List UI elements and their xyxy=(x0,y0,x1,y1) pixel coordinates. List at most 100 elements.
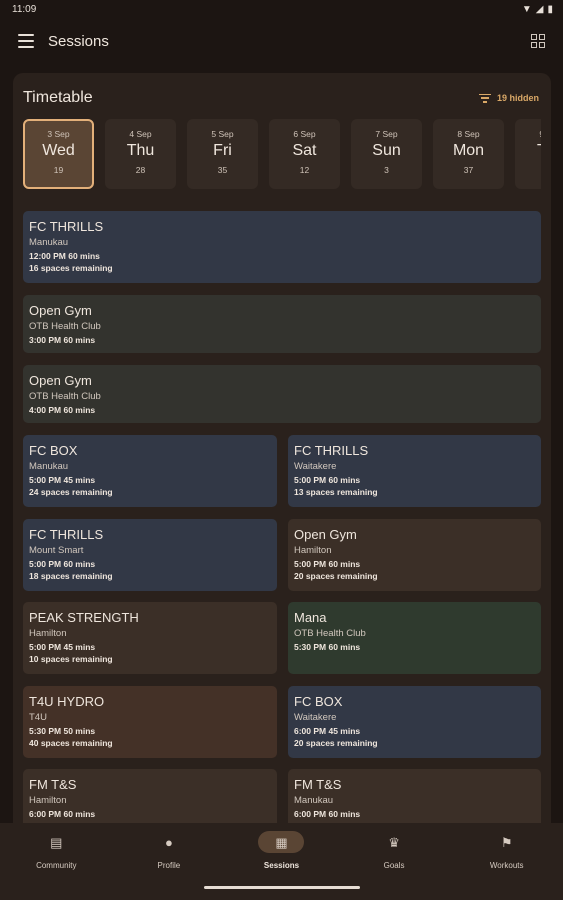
session-location: Hamilton xyxy=(294,545,332,556)
nav-label: Goals xyxy=(383,861,405,870)
session-time: 5:30 PM 50 mins xyxy=(29,726,96,736)
timetable-title: Timetable xyxy=(23,89,93,106)
day-session-count: 35 xyxy=(217,165,228,175)
day-selector: 3 Sep Wed 19 4 Sep Thu 28 5 Sep Fri 35 6 Sep Sat 12… xyxy=(23,119,541,189)
session-spaces: 24 spaces remaining xyxy=(29,487,113,497)
calendar-icon: ▦ xyxy=(275,834,288,850)
qr-code-icon[interactable] xyxy=(531,34,545,48)
session-title: FM T&S xyxy=(294,777,342,792)
nav-item-goals[interactable]: ♛ Goals xyxy=(344,831,444,900)
day-name: Sat xyxy=(292,142,317,159)
session-card[interactable]: Open Gym OTB Health Club 4:00 PM 60 mins xyxy=(23,365,541,423)
session-spaces: 16 spaces remaining xyxy=(29,263,113,273)
session-time: 6:00 PM 60 mins xyxy=(29,809,96,819)
session-card[interactable]: FC THRILLS Mount Smart 5:00 PM 60 mins 18 s… xyxy=(23,519,277,591)
timetable-header: Timetable 19 hidden xyxy=(23,87,539,109)
day-name: Wed xyxy=(42,142,75,159)
nav-icon-container: ♛ xyxy=(371,831,417,853)
hidden-filter-button[interactable]: 19 hidden xyxy=(478,93,539,103)
session-time: 5:00 PM 60 mins xyxy=(29,559,96,569)
session-location: Hamilton xyxy=(29,628,67,639)
day-session-count: 28 xyxy=(135,165,146,175)
session-title: FC BOX xyxy=(29,443,78,458)
session-title: Open Gym xyxy=(29,303,92,318)
session-card[interactable]: T4U HYDRO T4U 5:30 PM 50 mins 40 spaces rem… xyxy=(23,686,277,758)
nav-label: Community xyxy=(36,861,77,870)
day-session-count: 37 xyxy=(463,165,474,175)
session-card[interactable]: FC THRILLS Manukau 12:00 PM 60 mins 16 spac… xyxy=(23,211,541,283)
day-date: 4 Sep xyxy=(129,129,152,139)
day-date: 6 Sep xyxy=(293,129,316,139)
status-icons: ▼ ◢ ▮ xyxy=(522,4,553,15)
session-time: 5:00 PM 60 mins xyxy=(294,559,361,569)
session-location: Manukau xyxy=(294,795,334,806)
day-chip[interactable]: 5 Sep Fri 35 xyxy=(187,119,258,189)
session-card[interactable]: PEAK STRENGTH Hamilton 5:00 PM 45 mins 10 s… xyxy=(23,602,277,674)
session-title: FM T&S xyxy=(29,777,77,792)
session-spaces: 20 spaces remaining xyxy=(294,571,378,581)
nav-label: Workouts xyxy=(489,861,524,870)
session-time: 6:00 PM 60 mins xyxy=(294,809,361,819)
session-card[interactable]: FC THRILLS Waitakere 5:00 PM 60 mins 13 spa… xyxy=(288,435,541,507)
hidden-count-label: 19 hidden xyxy=(496,93,539,103)
status-bar: 11:09 ▼ ◢ ▮ xyxy=(0,0,563,18)
day-name: Sun xyxy=(372,142,401,159)
session-title: FC THRILLS xyxy=(29,219,104,234)
session-spaces: 10 spaces remaining xyxy=(29,654,113,664)
nav-icon-container: ▦ xyxy=(258,831,305,853)
session-location: T4U xyxy=(29,712,47,723)
session-card[interactable]: FC BOX Waitakere 6:00 PM 45 mins 20 spaces … xyxy=(288,686,541,758)
day-name: Mon xyxy=(452,142,485,159)
nav-item-workouts[interactable]: ⚑ Workouts xyxy=(457,831,557,900)
filter-icon xyxy=(478,93,491,103)
day-chip[interactable]: 6 Sep Sat 12 xyxy=(269,119,340,189)
session-time: 5:00 PM 45 mins xyxy=(29,475,96,485)
nav-item-sessions[interactable]: ▦ Sessions xyxy=(231,831,331,900)
session-location: Manukau xyxy=(29,237,69,248)
day-name: Tue xyxy=(537,142,541,160)
session-location: Waitakere xyxy=(294,712,337,723)
session-time: 5:00 PM 45 mins xyxy=(29,642,96,652)
session-title: Mana xyxy=(294,610,327,625)
day-date: 9 Sep xyxy=(539,129,541,139)
session-time: 6:00 PM 45 mins xyxy=(294,726,361,736)
session-spaces: 13 spaces remaining xyxy=(294,487,378,497)
status-time: 11:09 xyxy=(12,3,37,15)
session-card[interactable]: Open Gym OTB Health Club 3:00 PM 60 mins xyxy=(23,295,541,353)
session-spaces: 20 spaces remaining xyxy=(294,738,378,748)
running-icon: ⚑ xyxy=(500,834,513,850)
session-card[interactable]: FC BOX Manukau 5:00 PM 45 mins 24 spaces re… xyxy=(23,435,277,507)
day-chip[interactable]: 7 Sep Sun 3 xyxy=(351,119,422,189)
session-time: 3:00 PM 60 mins xyxy=(29,335,96,345)
session-title: Open Gym xyxy=(29,373,92,388)
day-name: Fri xyxy=(213,142,232,159)
session-time: 4:00 PM 60 mins xyxy=(29,405,96,415)
session-card[interactable]: Mana OTB Health Club 5:30 PM 60 mins xyxy=(288,602,541,674)
day-chip[interactable]: 3 Sep Wed 19 xyxy=(23,119,94,189)
session-location: OTB Health Club xyxy=(29,321,101,332)
nav-label: Profile xyxy=(157,861,181,870)
home-indicator xyxy=(204,886,360,889)
day-session-count: 3 xyxy=(384,165,389,175)
session-time: 12:00 PM 60 mins xyxy=(29,251,100,261)
day-chip[interactable]: 8 Sep Mon 37 xyxy=(433,119,504,189)
nav-icon-container: ⚑ xyxy=(484,831,530,853)
session-spaces: 18 spaces remaining xyxy=(29,571,113,581)
session-title: PEAK STRENGTH xyxy=(29,610,139,625)
session-title: FC BOX xyxy=(294,694,343,709)
menu-icon[interactable] xyxy=(18,34,34,48)
session-location: Manukau xyxy=(29,461,69,472)
nav-icon-container: ● xyxy=(146,831,192,853)
day-date: 8 Sep xyxy=(457,129,480,139)
session-location: Waitakere xyxy=(294,461,337,472)
trophy-icon: ♛ xyxy=(388,834,400,850)
nav-item-community[interactable]: ▤ Community xyxy=(6,831,106,900)
session-card[interactable]: Open Gym Hamilton 5:00 PM 60 mins 20 spaces… xyxy=(288,519,541,591)
timetable-panel: Timetable 19 hidden 3 Sep Wed 19 4 Sep Thu 28… xyxy=(13,73,551,833)
nav-icon-container: ▤ xyxy=(33,831,79,853)
day-chip[interactable]: 9 Sep Tue xyxy=(515,119,541,189)
day-chip[interactable]: 4 Sep Thu 28 xyxy=(105,119,176,189)
session-spaces: 40 spaces remaining xyxy=(29,738,113,748)
nav-item-profile[interactable]: ● Profile xyxy=(119,831,219,900)
session-location: OTB Health Club xyxy=(294,628,366,639)
